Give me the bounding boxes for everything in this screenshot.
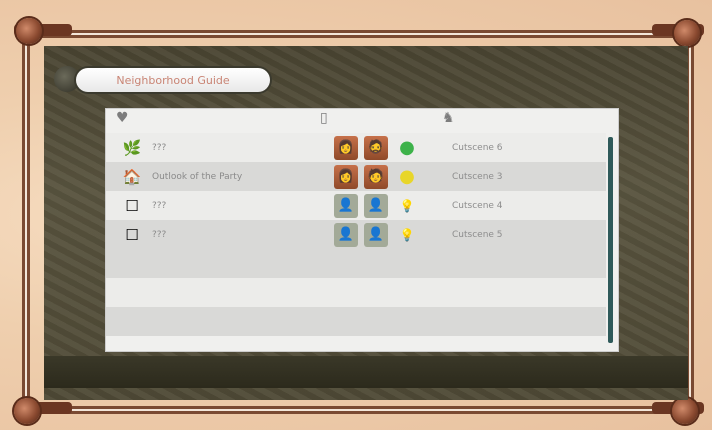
character-portrait-icon: 👤 — [364, 222, 388, 247]
guide-row[interactable]: ☐??? 👤 👤 💡 Cutscene 4 — [106, 191, 606, 220]
row-progress: Cutscene 6 — [452, 142, 503, 153]
row-progress: Cutscene 4 — [452, 200, 503, 211]
house-icon: 🏠 — [122, 167, 142, 186]
character-portrait-icon: 👤 — [364, 193, 388, 218]
row-title: ??? — [152, 200, 167, 211]
column-headers: ♥ ▯ ♞ — [106, 109, 618, 127]
empty-square-icon: ☐ — [125, 225, 139, 244]
character-portrait-icon: 🧔 — [364, 135, 388, 160]
row-progress: Cutscene 5 — [452, 229, 503, 240]
character-portrait-icon: 👤 — [334, 222, 358, 247]
empty-row — [106, 307, 606, 336]
document-icon: ▯ — [320, 110, 328, 126]
guide-row[interactable]: 🌿??? 👩 🧔 ● Cutscene 6 — [106, 133, 606, 162]
row-title: ??? — [152, 142, 167, 153]
guide-list-panel: ♥ ▯ ♞ 🌿??? 👩 🧔 ● Cutscene 6 🏠 Outlook of the P… — [105, 108, 619, 352]
character-icon: ♞ — [442, 110, 455, 126]
character-portrait-icon: 👩 — [334, 135, 358, 160]
lightbulb-icon: 💡 — [399, 227, 415, 242]
list-scrollbar[interactable] — [608, 137, 613, 343]
screen-title: Neighborhood Guide — [76, 68, 270, 92]
heart-icon: ♥ — [116, 110, 129, 126]
character-portrait-icon: 👩 — [334, 164, 358, 189]
yellow-circle-icon: ● — [399, 166, 415, 187]
empty-row — [106, 249, 606, 278]
rivet-bottom-left-icon — [14, 398, 40, 424]
row-title: Outlook of the Party — [152, 171, 243, 182]
empty-square-icon: ☐ — [125, 196, 139, 215]
menu-footer-bar — [44, 356, 688, 388]
character-portrait-icon: 👤 — [334, 193, 358, 218]
row-progress: Cutscene 3 — [452, 171, 503, 182]
rivet-top-left-icon — [16, 18, 42, 44]
rivet-top-right-icon — [674, 20, 700, 46]
green-leaf-icon: 🌿 — [122, 138, 142, 157]
row-title: ??? — [152, 229, 167, 240]
rivet-bottom-right-icon — [672, 398, 698, 424]
green-circle-icon: ● — [399, 137, 415, 158]
character-portrait-icon: 🧑 — [364, 164, 388, 189]
lightbulb-icon: 💡 — [399, 198, 415, 213]
empty-row — [106, 278, 606, 307]
guide-row[interactable]: 🏠 Outlook of the Party 👩 🧑 ● Cutscene 3 — [106, 162, 606, 191]
guide-row[interactable]: ☐??? 👤 👤 💡 Cutscene 5 — [106, 220, 606, 249]
